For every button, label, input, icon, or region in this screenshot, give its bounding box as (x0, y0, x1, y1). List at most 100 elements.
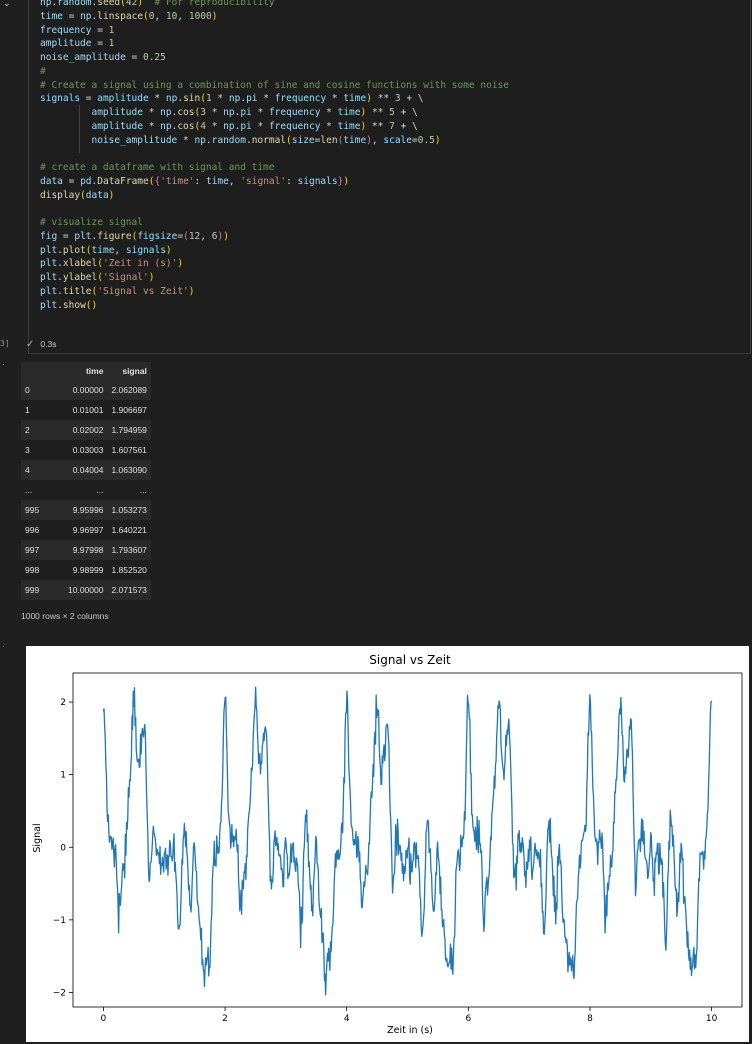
code-token: amplitude (97, 93, 149, 105)
table-row: 1 0.01001 1.906697 (21, 400, 151, 420)
code-token: np (80, 10, 92, 22)
code-token: * (205, 107, 224, 118)
row-index: 3 (21, 440, 64, 460)
chevron-down-icon[interactable]: ⌄ (3, 0, 13, 8)
code-token: ** (371, 93, 395, 105)
exec-time: 0.3s (40, 339, 57, 349)
code-token: title (62, 285, 92, 297)
code-token: 42 (125, 0, 138, 8)
code-line: plt.title('Signal vs Zeit') (40, 285, 509, 299)
output-menu-icon[interactable]: · (2, 360, 5, 369)
row-index: ... (21, 480, 64, 500)
row-index: 998 (21, 560, 64, 580)
code-token: * (177, 134, 195, 146)
code-token: ) (91, 299, 98, 311)
x-tick-label: 0 (101, 1014, 107, 1024)
x-axis-label: Zeit in (s) (387, 1025, 433, 1036)
code-token: amplitude (91, 107, 143, 118)
code-token: time (343, 134, 367, 146)
code-token: 12 (188, 230, 201, 242)
table-row: 3 0.03003 1.607561 (21, 440, 151, 460)
code-token: = (91, 24, 109, 36)
code-token: = (57, 230, 75, 242)
code-token: 'signal' (240, 175, 287, 187)
code-line: amplitude = 1 (40, 37, 509, 51)
code-token: = (125, 52, 143, 63)
code-text[interactable]: np.random.seed(42) # For reproducibility… (40, 0, 509, 312)
code-token: # create a dataframe with signal and tim… (40, 162, 275, 173)
signal-cell: 1.906697 (107, 400, 151, 420)
code-token: show (62, 299, 86, 311)
code-token: ) (177, 258, 184, 270)
dataframe-shape: 1000 rows × 2 columns (21, 611, 109, 621)
code-token: np (223, 107, 235, 118)
code-token: np (40, 0, 52, 8)
code-token: fig (40, 230, 58, 242)
code-token: * (148, 93, 166, 105)
code-token: 0.25 (142, 52, 166, 63)
code-token: , (371, 134, 384, 146)
code-token: data (40, 175, 63, 187)
row-index: 997 (21, 540, 64, 560)
time-cell: 9.98999 (64, 560, 108, 580)
table-row: 997 9.97998 1.793607 (21, 540, 151, 560)
code-token: # (40, 65, 46, 77)
code-line: amplitude * np.cos(4 * np.pi * frequency… (40, 120, 509, 134)
code-token: 'Signal vs Zeit' (97, 285, 189, 297)
code-token: ) (223, 230, 229, 242)
x-tick-label: 6 (465, 1014, 471, 1024)
output-menu-icon[interactable]: · (2, 642, 5, 651)
code-token: = (91, 38, 109, 50)
code-token: ) (343, 175, 350, 187)
cell-status: ✓ 0.3s (26, 339, 56, 350)
code-token: np (194, 134, 206, 146)
time-cell: 9.95996 (64, 500, 108, 520)
code-cell[interactable]: ⌄ 3] np.random.seed(42) # For reproducib… (0, 0, 752, 354)
code-token: ** (366, 107, 390, 118)
code-line: noise_amplitude = 0.25 (40, 51, 509, 65)
y-tick-label: −2 (53, 988, 66, 998)
code-token: 'Signal' (102, 272, 149, 283)
code-token: plt (74, 230, 92, 242)
code-line: display(data) (40, 189, 509, 203)
code-token: , (228, 175, 241, 187)
code-line: frequency = 1 (40, 24, 509, 38)
code-token: DataFrame (97, 175, 149, 187)
y-axis-label: Signal (32, 823, 43, 852)
table-row: 996 9.96997 1.640221 (21, 520, 151, 540)
code-token: ) (165, 244, 172, 256)
code-token: amplitude (91, 120, 143, 132)
code-token: * (205, 120, 224, 132)
row-index: 0 (21, 380, 64, 400)
code-token: data (85, 189, 109, 201)
code-line: # Create a signal using a combination of… (40, 79, 509, 93)
code-token: * (142, 107, 161, 118)
code-editor[interactable]: np.random.seed(42) # For reproducibility… (28, 0, 751, 354)
code-token: * (251, 107, 269, 118)
table-row: 0 0.00000 2.062089 (21, 380, 151, 400)
row-index: 999 (21, 580, 64, 600)
code-token: : (286, 175, 298, 187)
signal-cell: 1.053273 (107, 500, 151, 520)
code-token: frequency (268, 107, 321, 118)
time-cell: 9.97998 (64, 540, 108, 560)
table-row: 2 0.02002 1.794959 (21, 420, 151, 440)
code-token: time (91, 244, 115, 256)
table-row: 999 10.00000 2.071573 (21, 580, 151, 600)
code-token: pi (246, 93, 258, 105)
code-token: pi (240, 120, 252, 132)
time-cell: 10.00000 (64, 580, 108, 600)
code-token: = (62, 10, 81, 22)
code-token: + \ (400, 93, 424, 105)
code-token: np (223, 120, 235, 132)
code-token: , (114, 244, 126, 256)
code-line: plt.show() (40, 299, 509, 313)
column-header-time: time (64, 362, 108, 380)
x-tick-label: 8 (587, 1014, 593, 1024)
code-token: 1000 (188, 10, 212, 22)
code-token: + \ (394, 120, 418, 132)
code-token: time (205, 175, 229, 187)
code-token: * (320, 107, 338, 118)
